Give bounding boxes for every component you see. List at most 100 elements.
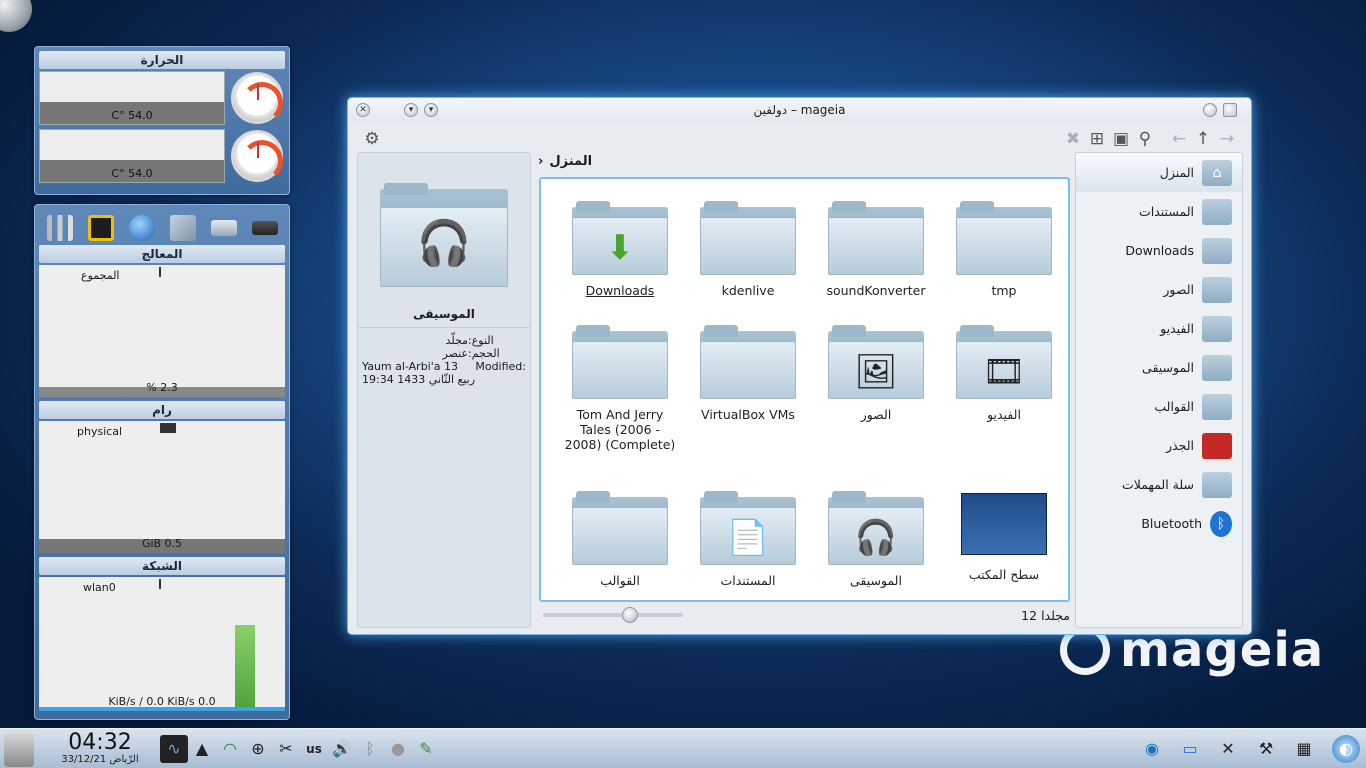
back-icon[interactable]: ← — [1167, 127, 1191, 151]
folder-item[interactable]: 📄 المستندات — [684, 481, 812, 605]
folder-item-label: الصور — [860, 407, 892, 422]
trash-icon — [1202, 471, 1232, 498]
cpu-label: المجموع — [81, 269, 120, 282]
places-item[interactable]: الموسيقى — [1076, 348, 1242, 387]
pictures-icon — [1202, 276, 1232, 303]
app-icon[interactable] — [1223, 103, 1237, 117]
ram-chip-icon[interactable] — [251, 221, 278, 235]
folder-item[interactable]: VirtualBox VMs — [684, 315, 812, 481]
browser-icon[interactable]: ◉ — [1138, 735, 1166, 763]
cpu-bars-icon[interactable] — [46, 215, 73, 241]
folder-icon: 🖼 — [828, 325, 924, 399]
folder-item[interactable]: سطح المكتب — [940, 481, 1068, 605]
temperature-graph-1: C° 54.0 — [39, 71, 225, 125]
minimize-icon[interactable]: ▾ — [404, 103, 418, 117]
folder-item[interactable]: 🎞 الفيديو — [940, 315, 1068, 481]
application-launcher-icon[interactable]: ◐ — [1332, 734, 1360, 763]
clock-date: 33/12/21 الرّباض — [61, 754, 139, 765]
monitor-toolbar — [35, 205, 289, 245]
places-item[interactable]: Bluetooth ᛒ — [1076, 504, 1242, 543]
info-type-value: مجلّد — [445, 334, 468, 347]
places-item-label: Downloads — [1125, 243, 1194, 258]
places-item-label: سلة المهملات — [1121, 477, 1194, 492]
temperature-graph-2: C° 54.0 — [39, 129, 225, 183]
places-item[interactable]: Downloads — [1076, 231, 1242, 270]
places-item-label: Bluetooth — [1141, 516, 1202, 531]
folder-item[interactable]: Tom And Jerry Tales (2006 - 2008) (Compl… — [556, 315, 684, 481]
up-icon[interactable]: ↑ — [1191, 127, 1215, 151]
taskbar-panel: 04:32 33/12/21 الرّباض ∿ ▲ ◠ ⊕ ✂ us 🔊 ᛒ … — [0, 728, 1366, 768]
zoom-slider[interactable] — [543, 607, 683, 623]
folder-item[interactable]: ⬇ Downloads — [556, 191, 684, 315]
info-folder-name: الموسيقى — [358, 307, 530, 328]
places-item[interactable]: الصور — [1076, 270, 1242, 309]
desktop-thumbnail-icon — [961, 493, 1047, 555]
status-dot-icon[interactable]: ● — [384, 735, 412, 763]
places-item[interactable]: القوالب — [1076, 387, 1242, 426]
places-item-label: الفيديو — [1160, 321, 1194, 336]
places-item[interactable]: المنزل ⌂ — [1076, 153, 1242, 192]
network-globe-icon[interactable] — [128, 215, 155, 241]
control-center-icon[interactable]: ⚒ — [1252, 735, 1280, 763]
maximize-icon[interactable]: ▾ — [424, 103, 438, 117]
folder-item[interactable]: kdenlive — [684, 191, 812, 315]
places-item[interactable]: الفيديو — [1076, 309, 1242, 348]
folder-item[interactable]: tmp — [940, 191, 1068, 315]
folder-item-label: Tom And Jerry Tales (2006 - 2008) (Compl… — [564, 407, 676, 452]
hardware-icon[interactable] — [169, 215, 196, 241]
folder-item[interactable]: 🎧 الموسيقى — [812, 481, 940, 605]
places-item-label: المستندات — [1138, 204, 1194, 219]
close-split-icon[interactable]: ✖ — [1061, 127, 1085, 151]
info-type-key: النوع: — [468, 334, 494, 347]
window-menu-icon[interactable] — [1203, 103, 1217, 117]
breadcrumb-home[interactable]: المنزل — [549, 154, 592, 169]
tools-icon[interactable]: ✕ — [1214, 735, 1242, 763]
new-tab-icon[interactable]: ⊞ — [1085, 127, 1109, 151]
folder-item[interactable]: soundKonverter — [812, 191, 940, 315]
music-folder-preview-icon: 🎧 — [380, 183, 508, 287]
temperature-value-2: C° 54.0 — [111, 167, 153, 180]
hard-disk-icon[interactable] — [210, 220, 237, 236]
network-value: KiB/s / 0.0 KiB/s 0.0 — [108, 695, 216, 708]
places-item[interactable]: سلة المهملات — [1076, 465, 1242, 504]
settings-gear-icon[interactable]: ⚙ — [360, 127, 384, 151]
scissors-icon[interactable]: ✂ — [272, 735, 300, 763]
places-item[interactable]: الجذر — [1076, 426, 1242, 465]
bluetooth-tray-icon[interactable]: ᛒ — [356, 735, 384, 763]
keyboard-layout[interactable]: us — [300, 735, 328, 763]
thermometer-gauge-icon — [231, 72, 283, 124]
pager-icon[interactable]: ▦ — [1290, 735, 1318, 763]
folder-item[interactable]: القوالب — [556, 481, 684, 605]
bluetooth-icon: ᛒ — [1210, 510, 1232, 537]
folder-item-label: tmp — [991, 283, 1017, 298]
zoom-slider-knob[interactable] — [621, 607, 638, 623]
wifi-icon[interactable]: ◠ — [216, 735, 244, 763]
system-monitor-tray-icon[interactable]: ∿ — [160, 734, 188, 763]
title-bar[interactable]: ✕ ▾ ▾ دولفين – mageia — [348, 98, 1251, 122]
volume-icon[interactable]: 🔊 — [328, 735, 356, 763]
color-picker-icon[interactable]: ✎ — [412, 735, 440, 763]
folder-item-label: soundKonverter — [826, 283, 926, 298]
desktop-corner-button[interactable] — [0, 0, 32, 32]
info-size-key: الحجم: — [468, 347, 500, 360]
folder-item[interactable]: 🖼 الصور — [812, 315, 940, 481]
trash-icon[interactable] — [4, 731, 34, 767]
preview-icon[interactable]: ▣ — [1109, 127, 1133, 151]
forward-icon[interactable]: → — [1215, 127, 1239, 151]
desktop-preview-icon[interactable]: ▭ — [1176, 735, 1204, 763]
cpu-title: المعالج — [39, 245, 285, 263]
places-item[interactable]: المستندات — [1076, 192, 1242, 231]
folder-icon: 🎧 — [828, 491, 924, 565]
search-icon[interactable]: ⚲ — [1133, 127, 1157, 151]
network-manager-icon[interactable]: ⊕ — [244, 735, 272, 763]
close-icon[interactable]: ✕ — [356, 103, 370, 117]
clock[interactable]: 04:32 33/12/21 الرّباض — [40, 732, 160, 766]
breadcrumb[interactable]: › المنزل — [538, 154, 592, 169]
root-icon — [1202, 432, 1232, 459]
tray-expand-icon[interactable]: ▲ — [188, 735, 216, 763]
folder-icon: 📄 — [700, 491, 796, 565]
folder-item-label: القوالب — [600, 573, 640, 588]
memory-card-icon[interactable] — [87, 215, 114, 241]
folder-view[interactable]: tmp soundKonverter kdenlive ⬇ Downloads 🎞 الفي… — [539, 177, 1070, 602]
cpu-graph: المجموع % 2.3 — [39, 265, 285, 397]
